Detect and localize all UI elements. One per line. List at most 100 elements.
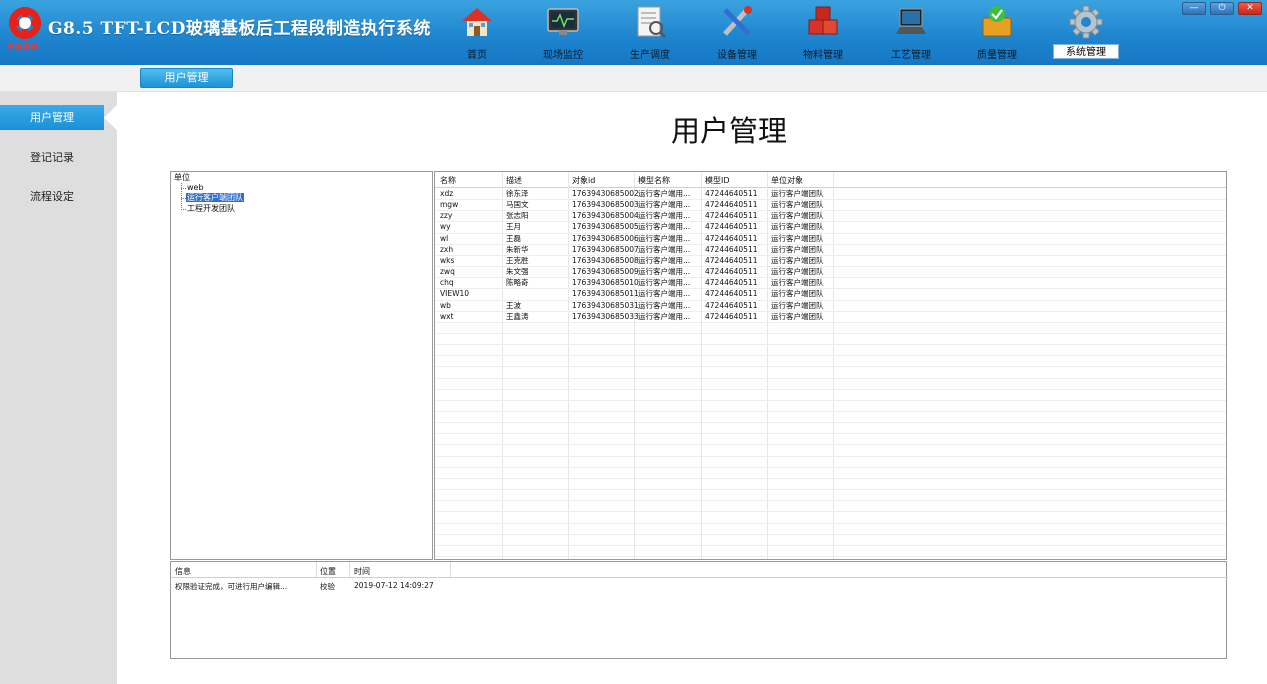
row-divider bbox=[435, 466, 1226, 468]
row-divider bbox=[435, 477, 1226, 479]
row-divider bbox=[435, 199, 1226, 201]
row-divider bbox=[435, 533, 1226, 535]
cell-unit-object: 运行客户端团队 bbox=[771, 222, 824, 232]
nav-system[interactable]: 系统管理 bbox=[1051, 0, 1121, 65]
column-header-description[interactable]: 描述 bbox=[506, 175, 522, 186]
cell-description: 朱文强 bbox=[506, 267, 529, 277]
log-row-location: 校验 bbox=[320, 582, 335, 591]
cell-model-name: 运行客户端用... bbox=[638, 255, 691, 265]
nav-production-schedule[interactable]: 生产调度 bbox=[615, 0, 685, 65]
cell-model-id: 47244640511 bbox=[705, 278, 758, 288]
laptop-icon bbox=[896, 8, 926, 34]
nav-quality[interactable]: 质量管理 bbox=[962, 0, 1032, 65]
nav-label: 质量管理 bbox=[977, 50, 1017, 61]
tab-user-management[interactable]: 用户管理 bbox=[140, 68, 233, 88]
cell-model-name: 运行客户端用... bbox=[638, 222, 691, 232]
row-divider bbox=[435, 321, 1226, 323]
cell-name: xdz bbox=[440, 189, 454, 198]
nav-label: 首页 bbox=[467, 50, 487, 61]
cell-model-id: 47244640511 bbox=[705, 311, 758, 321]
column-header-name[interactable]: 名称 bbox=[440, 175, 456, 186]
tree-node-runtime-team[interactable]: 运行客户端团队 bbox=[186, 193, 244, 203]
column-header-model-name[interactable]: 模型名称 bbox=[638, 175, 670, 186]
nav-process[interactable]: 工艺管理 bbox=[876, 0, 946, 65]
page-title: 用户管理 bbox=[671, 114, 788, 148]
cell-model-id: 47244640511 bbox=[705, 289, 758, 299]
row-divider bbox=[435, 332, 1226, 334]
log-column-header-time[interactable]: 时间 bbox=[354, 566, 370, 577]
column-header-model-id[interactable]: 模型ID bbox=[705, 175, 730, 186]
cell-model-id: 47244640511 bbox=[705, 200, 758, 210]
cell-object-id: 17639430685002 bbox=[572, 189, 639, 198]
cell-model-id: 47244640511 bbox=[705, 211, 758, 221]
close-button[interactable]: ✕ bbox=[1238, 2, 1262, 15]
sidebar-item-login-records[interactable]: 登记记录 bbox=[0, 145, 104, 170]
cell-unit-object: 运行客户端团队 bbox=[771, 311, 824, 321]
row-divider bbox=[435, 344, 1226, 346]
app-header: 中国建材 G8.5 TFT-LCD玻璃基板后工程段制造执行系统 首页 现场监控 bbox=[0, 0, 1267, 65]
column-header-object-id[interactable]: 对象id bbox=[572, 175, 595, 186]
sidebar-item-process-settings[interactable]: 流程设定 bbox=[0, 184, 104, 209]
nav-equipment[interactable]: 设备管理 bbox=[702, 0, 772, 65]
cell-object-id: 17639430685006 bbox=[572, 233, 639, 243]
cell-model-name: 运行客户端用... bbox=[638, 200, 691, 210]
unit-tree-panel[interactable] bbox=[170, 171, 433, 560]
nav-materials[interactable]: 物料管理 bbox=[788, 0, 858, 65]
sidebar: 用户管理 登记记录 流程设定 bbox=[0, 92, 117, 684]
column-header-unit-object[interactable]: 单位对象 bbox=[771, 175, 803, 186]
tree-node-web[interactable]: web bbox=[187, 183, 204, 193]
nav-home[interactable]: 首页 bbox=[442, 0, 512, 65]
boxes-icon bbox=[808, 6, 838, 35]
tree-root[interactable]: 单位 bbox=[174, 173, 190, 183]
cell-name: zzy bbox=[440, 211, 453, 221]
cell-name: wl bbox=[440, 233, 449, 243]
cell-model-id: 47244640511 bbox=[705, 189, 758, 198]
row-divider bbox=[435, 511, 1226, 513]
minimize-button[interactable]: — bbox=[1182, 2, 1206, 15]
cell-object-id: 17639430685007 bbox=[572, 244, 639, 254]
row-divider bbox=[435, 366, 1226, 368]
user-table[interactable]: 名称 描述 对象id 模型名称 模型ID 单位对象 xdz 徐东泽 17639430… bbox=[434, 171, 1227, 560]
cell-description: 王克胜 bbox=[506, 255, 529, 265]
sidebar-item-user-management[interactable]: 用户管理 bbox=[0, 105, 104, 130]
active-indicator-arrow bbox=[104, 105, 117, 130]
nav-site-monitor[interactable]: 现场监控 bbox=[528, 0, 598, 65]
log-column-header-info[interactable]: 信息 bbox=[175, 566, 191, 577]
cell-object-id: 17639430685005 bbox=[572, 222, 639, 232]
cell-name: chq bbox=[440, 278, 454, 288]
cell-object-id: 17639430685008 bbox=[572, 255, 639, 265]
column-divider bbox=[349, 562, 350, 577]
app-title: G8.5 TFT-LCD玻璃基板后工程段制造执行系统 bbox=[48, 19, 431, 39]
row-divider bbox=[435, 221, 1226, 223]
cell-object-id: 17639430685003 bbox=[572, 200, 639, 210]
schedule-icon bbox=[637, 6, 666, 38]
column-divider bbox=[450, 562, 451, 577]
row-divider bbox=[435, 254, 1226, 256]
row-divider bbox=[435, 455, 1226, 457]
cell-description: 王磊 bbox=[506, 233, 521, 243]
log-column-header-location[interactable]: 位置 bbox=[320, 566, 336, 577]
cell-name: wks bbox=[440, 255, 455, 265]
row-divider bbox=[435, 555, 1226, 557]
tools-icon bbox=[723, 6, 752, 36]
tree-connector bbox=[181, 188, 186, 189]
cell-description: 张志阳 bbox=[506, 211, 529, 221]
cell-name: wb bbox=[440, 300, 451, 310]
cell-name: mgw bbox=[440, 200, 459, 210]
row-divider bbox=[435, 544, 1226, 546]
cell-model-name: 运行客户端用... bbox=[638, 311, 691, 321]
cell-unit-object: 运行客户端团队 bbox=[771, 244, 824, 254]
nav-label: 生产调度 bbox=[630, 50, 670, 61]
cell-unit-object: 运行客户端团队 bbox=[771, 267, 824, 277]
row-divider bbox=[435, 377, 1226, 379]
row-divider bbox=[435, 399, 1226, 401]
cell-model-name: 运行客户端用... bbox=[638, 267, 691, 277]
cell-model-id: 47244640511 bbox=[705, 255, 758, 265]
tree-node-engineering-team[interactable]: 工程开发团队 bbox=[187, 204, 235, 214]
row-divider bbox=[435, 388, 1226, 390]
nav-label: 设备管理 bbox=[717, 50, 757, 61]
log-row-info: 权限验证完成，可进行用户编辑... bbox=[175, 582, 288, 591]
cell-name: wxt bbox=[440, 311, 454, 321]
column-divider bbox=[316, 562, 317, 577]
power-button[interactable]: ⏻ bbox=[1210, 2, 1234, 15]
